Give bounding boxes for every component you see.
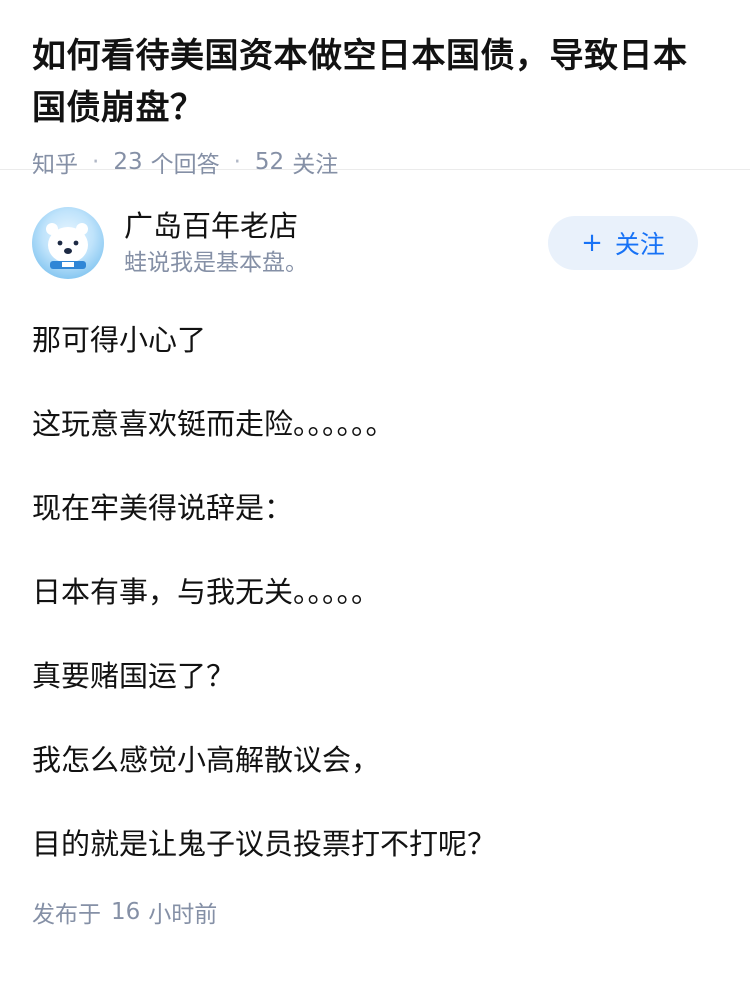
publish-prefix: 发布于 — [32, 902, 101, 928]
follow-count-label: 关注 — [292, 152, 339, 178]
author-row: 广岛百年老店 蛙说我是基本盘。 + 关注 — [32, 206, 718, 280]
answer-paragraph: 目的就是让鬼子议员投票打不打呢？ — [32, 827, 497, 861]
answer-paragraph: 日本有事，与我无关。。。。。 — [32, 575, 381, 609]
follow-button[interactable]: + 关注 — [548, 216, 698, 270]
publish-suffix: 小时前 — [148, 902, 218, 928]
source-label[interactable]: 知乎 — [32, 145, 78, 179]
answer-paragraph: 那可得小心了 — [32, 323, 207, 357]
answer-paragraph: 这玩意喜欢铤而走险。。。。。。 — [32, 407, 395, 441]
answer-card: 广岛百年老店 蛙说我是基本盘。 + 关注 那可得小心了 这玩意喜欢铤而走险。。。… — [0, 206, 750, 938]
question-title[interactable]: 如何看待美国资本做空日本国债，导致日本国债崩盘？ — [32, 30, 718, 134]
author-info: 广岛百年老店 蛙说我是基本盘。 — [124, 207, 308, 279]
answer-count-label[interactable]: 个回答 — [151, 145, 220, 179]
publish-time: 发布于 16 小时前 — [32, 886, 718, 938]
question-header: 如何看待美国资本做空日本国债，导致日本国债崩盘？ 知乎 · 23 个回答 · 5… — [0, 0, 750, 178]
plus-icon: + — [581, 228, 603, 258]
polar-bear-avatar-icon[interactable] — [32, 207, 104, 279]
answer-paragraph: 真要赌国运了？ — [32, 659, 236, 693]
answer-count: 23 — [113, 149, 143, 175]
answer-paragraph: 我怎么感觉小高解散议会， — [32, 743, 381, 777]
author-bio: 蛙说我是基本盘。 — [124, 250, 308, 276]
separator-dot: · — [233, 149, 241, 175]
author-name[interactable]: 广岛百年老店 — [124, 207, 308, 245]
follow-button-label: 关注 — [614, 230, 665, 259]
answer-content: 那可得小心了 这玩意喜欢铤而走险。。。。。。 现在牢美得说辞是： 日本有事，与我… — [32, 298, 718, 886]
answer-paragraph: 现在牢美得说辞是： — [32, 491, 294, 525]
question-meta: 知乎 · 23 个回答 · 52 关注 — [32, 146, 718, 178]
follow-count: 52 — [254, 149, 285, 175]
separator-dot: · — [92, 149, 100, 175]
publish-hours: 16 — [111, 899, 141, 925]
